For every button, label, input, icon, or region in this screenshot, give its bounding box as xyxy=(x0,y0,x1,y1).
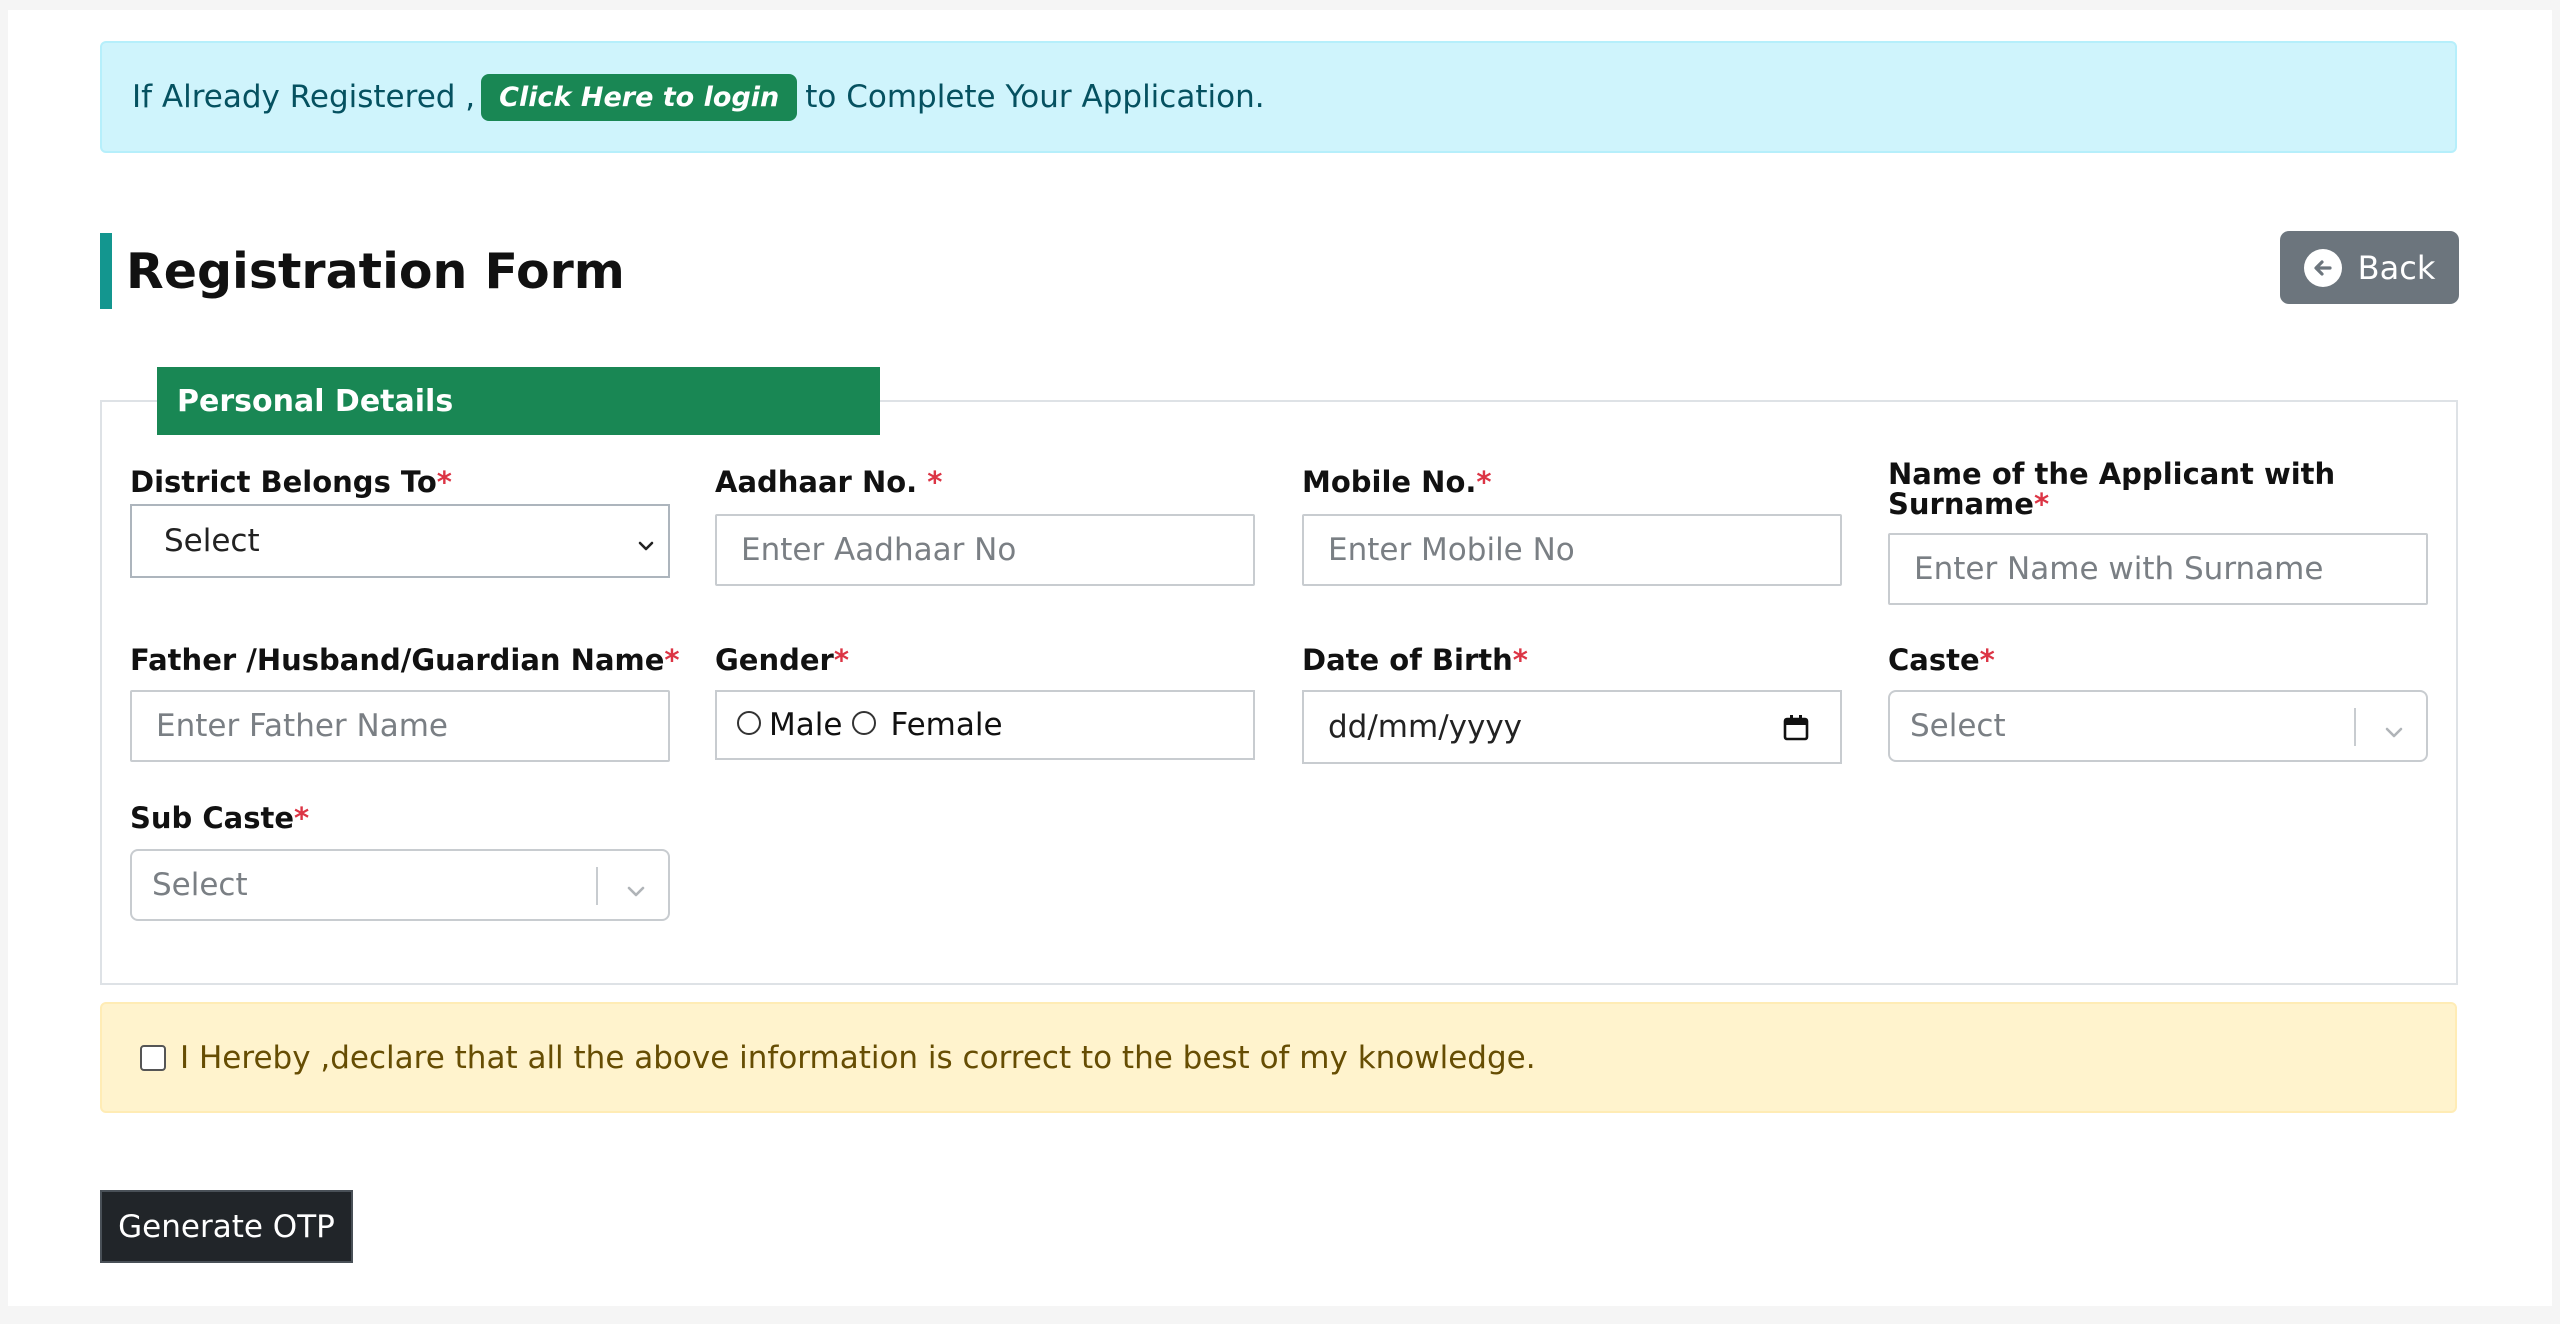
select-separator xyxy=(2354,708,2356,746)
required-mark: * xyxy=(2033,487,2050,521)
declaration-alert: I Hereby ,declare that all the above inf… xyxy=(100,1002,2457,1113)
arrow-left-circle-icon xyxy=(2303,248,2342,287)
select-separator xyxy=(596,867,598,905)
applicant-name-label-line2: Surname xyxy=(1888,487,2034,521)
required-mark: * xyxy=(1476,465,1492,499)
back-button-label: Back xyxy=(2357,248,2436,287)
login-alert-suffix: to Complete Your Application. xyxy=(805,79,1265,115)
father-name-label-text: Father /Husband/Guardian Name xyxy=(130,643,665,677)
gender-female-label[interactable]: Female xyxy=(890,707,1002,743)
gender-label: Gender* xyxy=(715,645,849,675)
mobile-label: Mobile No.* xyxy=(1302,467,1492,497)
applicant-name-label: Name of the Applicant with Surname* xyxy=(1888,459,2335,519)
chevron-down-icon xyxy=(634,530,658,566)
title-accent-bar xyxy=(100,233,112,309)
page-title: Registration Form xyxy=(126,242,625,300)
caste-label-text: Caste xyxy=(1888,643,1980,677)
sub-caste-select[interactable]: Select xyxy=(130,849,670,921)
calendar-icon[interactable] xyxy=(1782,714,1810,750)
required-mark: * xyxy=(436,465,452,499)
sub-caste-label-text: Sub Caste xyxy=(130,801,295,835)
caste-select[interactable]: Select xyxy=(1888,690,2428,762)
father-name-input[interactable] xyxy=(130,690,670,762)
gender-male-label[interactable]: Male xyxy=(769,707,842,743)
mobile-input[interactable] xyxy=(1302,514,1842,586)
gender-radio-group: Male Female xyxy=(715,690,1255,760)
login-link-button[interactable]: Click Here to login xyxy=(481,73,798,121)
sub-caste-select-placeholder: Select xyxy=(152,867,248,903)
aadhaar-label-text: Aadhaar No. xyxy=(715,465,928,499)
district-label: District Belongs To* xyxy=(130,467,452,497)
dob-input[interactable]: dd/mm/yyyy xyxy=(1302,690,1842,764)
aadhaar-input[interactable] xyxy=(715,514,1255,586)
district-select-value: Select xyxy=(164,523,260,559)
district-label-text: District Belongs To xyxy=(130,465,437,499)
dob-value: dd/mm/yyyy xyxy=(1328,709,1523,745)
father-name-label: Father /Husband/Guardian Name* xyxy=(130,645,680,675)
declaration-text[interactable]: I Hereby ,declare that all the above inf… xyxy=(180,1040,1536,1076)
generate-otp-button[interactable]: Generate OTP xyxy=(100,1190,353,1263)
sub-caste-label: Sub Caste* xyxy=(130,803,309,833)
declaration-checkbox[interactable] xyxy=(140,1044,166,1071)
required-mark: * xyxy=(294,801,310,835)
gender-label-text: Gender xyxy=(715,643,834,677)
personal-details-legend: Personal Details xyxy=(157,367,880,435)
back-button[interactable]: Back xyxy=(2280,231,2459,304)
required-mark: * xyxy=(1979,643,1995,677)
gender-male-radio[interactable] xyxy=(737,711,761,735)
mobile-label-text: Mobile No. xyxy=(1302,465,1477,499)
required-mark: * xyxy=(1512,643,1528,677)
gender-female-radio[interactable] xyxy=(852,711,877,735)
page-header: Registration Form xyxy=(100,233,625,309)
dob-label: Date of Birth* xyxy=(1302,645,1528,675)
required-mark: * xyxy=(833,643,850,677)
chevron-down-icon[interactable] xyxy=(624,875,648,911)
caste-select-placeholder: Select xyxy=(1910,708,2006,744)
caste-label: Caste* xyxy=(1888,645,1995,675)
chevron-down-icon[interactable] xyxy=(2382,716,2406,752)
dob-label-text: Date of Birth xyxy=(1302,643,1513,677)
aadhaar-label: Aadhaar No. * xyxy=(715,467,942,497)
required-mark: * xyxy=(927,465,943,499)
login-alert: If Already Registered , Click Here to lo… xyxy=(100,41,2457,153)
district-select[interactable]: Select xyxy=(130,504,670,578)
login-alert-prefix: If Already Registered , xyxy=(132,79,476,115)
required-mark: * xyxy=(664,643,680,677)
applicant-name-label-line1: Name of the Applicant with xyxy=(1888,457,2336,491)
applicant-name-input[interactable] xyxy=(1888,533,2428,605)
